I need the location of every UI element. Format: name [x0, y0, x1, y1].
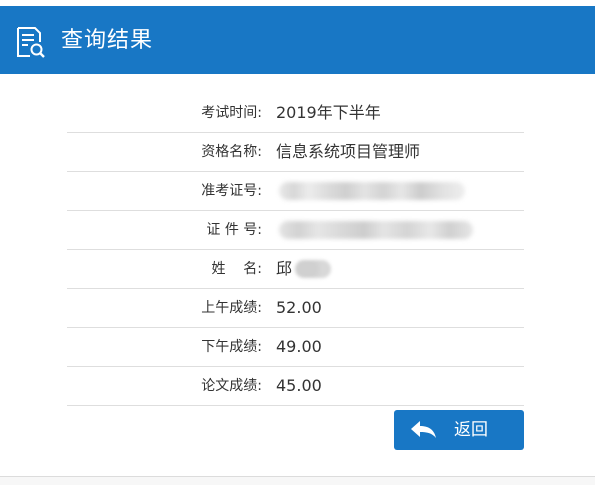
ticket-number-redaction [279, 182, 465, 200]
result-row-id-number: 证 件 号: [67, 211, 524, 250]
result-row-ticket-number: 准考证号: [67, 172, 524, 211]
back-button[interactable]: 返回 [394, 410, 524, 450]
score-query-result-page: 查询结果 考试时间: 2019年下半年 资格名称: 信息系统项目管理师 准考证号… [0, 0, 595, 485]
exam-time-label: 考试时间: [201, 105, 262, 121]
qualification-value: 信息系统项目管理师 [276, 142, 421, 161]
id-number-redaction [279, 221, 473, 239]
ticket-number-label: 准考证号: [201, 183, 262, 199]
result-row-name: 姓 名: 邱 [67, 250, 524, 289]
name-value: 邱 [276, 259, 293, 278]
back-button-label: 返回 [454, 420, 488, 440]
essay-score-value: 45.00 [276, 376, 322, 395]
result-row-essay-score: 论文成绩: 45.00 [67, 367, 524, 406]
header-bar: 查询结果 [0, 6, 595, 74]
reply-arrow-icon [411, 421, 436, 438]
afternoon-score-label: 下午成绩: [201, 339, 262, 355]
afternoon-score-value: 49.00 [276, 337, 322, 356]
morning-score-value: 52.00 [276, 298, 322, 317]
name-redaction [295, 260, 331, 278]
exam-time-value: 2019年下半年 [276, 103, 381, 122]
result-row-exam-time: 考试时间: 2019年下半年 [67, 94, 524, 133]
bottom-divider [0, 476, 595, 485]
result-row-morning-score: 上午成绩: 52.00 [67, 289, 524, 328]
id-number-label: 证 件 号: [206, 222, 262, 238]
result-row-afternoon-score: 下午成绩: 49.00 [67, 328, 524, 367]
qualification-label: 资格名称: [201, 144, 262, 160]
result-row-qualification: 资格名称: 信息系统项目管理师 [67, 133, 524, 172]
morning-score-label: 上午成绩: [201, 300, 262, 316]
result-table: 考试时间: 2019年下半年 资格名称: 信息系统项目管理师 准考证号: 证 件… [67, 94, 524, 406]
search-document-icon [17, 27, 45, 58]
name-label: 姓 名: [211, 261, 262, 277]
essay-score-label: 论文成绩: [201, 378, 262, 394]
page-title: 查询结果 [61, 28, 154, 53]
